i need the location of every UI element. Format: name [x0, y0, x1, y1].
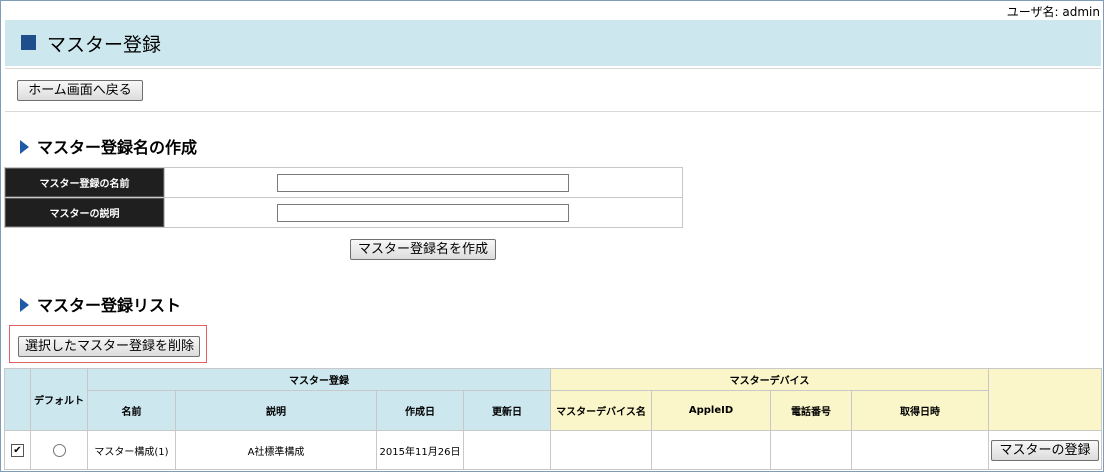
name-cell: マスター構成(1) — [87, 430, 176, 470]
delete-selected-button[interactable]: 選択したマスター登録を削除 — [18, 336, 200, 357]
home-button[interactable]: ホーム画面へ戻る — [17, 80, 143, 101]
created-cell: 2015年11月26日 — [376, 430, 464, 470]
action-cell: マスターの登録 — [988, 430, 1103, 470]
action-column-header — [988, 368, 1103, 431]
checkbox-checked-icon[interactable]: ✔ — [11, 443, 24, 457]
create-section-title: マスター登録名の作成 — [20, 134, 197, 158]
select-cell: ✔ — [4, 430, 31, 470]
form-row: マスターの説明 — [4, 197, 683, 228]
radio-unchecked-icon[interactable] — [52, 443, 66, 457]
field-cell — [164, 197, 683, 228]
table-header-row: 名前 説明 作成日 更新日 マスターデバイス名 AppleID 電話番号 取得日… — [5, 390, 1102, 431]
default-column-header: デフォルト — [30, 368, 88, 431]
description-column-header: 説明 — [175, 390, 377, 431]
apple-id-column-header: AppleID — [651, 390, 771, 431]
table-header-row: デフォルト マスター登録 マスターデバイス — [4, 368, 1103, 431]
list-section-title-text: マスター登録リスト — [37, 296, 182, 315]
create-master-button[interactable]: マスター登録名を作成 — [350, 239, 496, 260]
device-name-column-header: マスターデバイス名 — [550, 390, 652, 431]
create-form-table: マスター登録の名前 マスターの説明 — [4, 167, 683, 228]
master-registration-group-header: マスター登録 — [87, 368, 551, 391]
device-name-cell — [550, 430, 652, 470]
updated-column-header: 更新日 — [463, 390, 551, 431]
phone-column-header: 電話番号 — [770, 390, 852, 431]
description-cell: A社標準構成 — [175, 430, 377, 470]
field-cell — [164, 167, 683, 198]
created-column-header: 作成日 — [376, 390, 464, 431]
field-label-name: マスター登録の名前 — [4, 167, 165, 198]
select-column-header — [4, 368, 31, 431]
divider — [5, 111, 1101, 112]
register-master-button[interactable]: マスターの登録 — [991, 439, 1100, 461]
triangle-right-icon — [20, 140, 29, 154]
acquired-column-header: 取得日時 — [850, 390, 990, 431]
list-section-title: マスター登録リスト — [20, 292, 181, 316]
field-label-description: マスターの説明 — [4, 197, 165, 228]
updated-cell — [463, 430, 551, 470]
master-name-input[interactable] — [277, 173, 569, 192]
master-description-input[interactable] — [277, 203, 569, 222]
default-cell — [30, 430, 88, 470]
form-row: マスター登録の名前 — [4, 167, 683, 198]
divider — [5, 68, 1101, 69]
user-label: ユーザ名: admin — [1006, 5, 1100, 19]
phone-cell — [770, 430, 852, 470]
apple-id-cell — [651, 430, 771, 470]
name-column-header: 名前 — [87, 390, 176, 431]
page-title: マスター登録 — [47, 34, 162, 56]
square-icon — [21, 35, 36, 50]
create-section-title-text: マスター登録名の作成 — [37, 138, 198, 157]
page-header: マスター登録 — [5, 20, 1101, 66]
table-row: ✔ マスター構成(1) A社標準構成 2015年11月26日 マスターの登録 — [4, 430, 1103, 470]
master-device-group-header: マスターデバイス — [549, 368, 990, 391]
acquired-cell — [850, 430, 990, 470]
master-list-table: デフォルト マスター登録 マスターデバイス 名前 説明 作成日 更新日 マスター… — [4, 368, 1103, 470]
triangle-right-icon — [20, 298, 29, 312]
